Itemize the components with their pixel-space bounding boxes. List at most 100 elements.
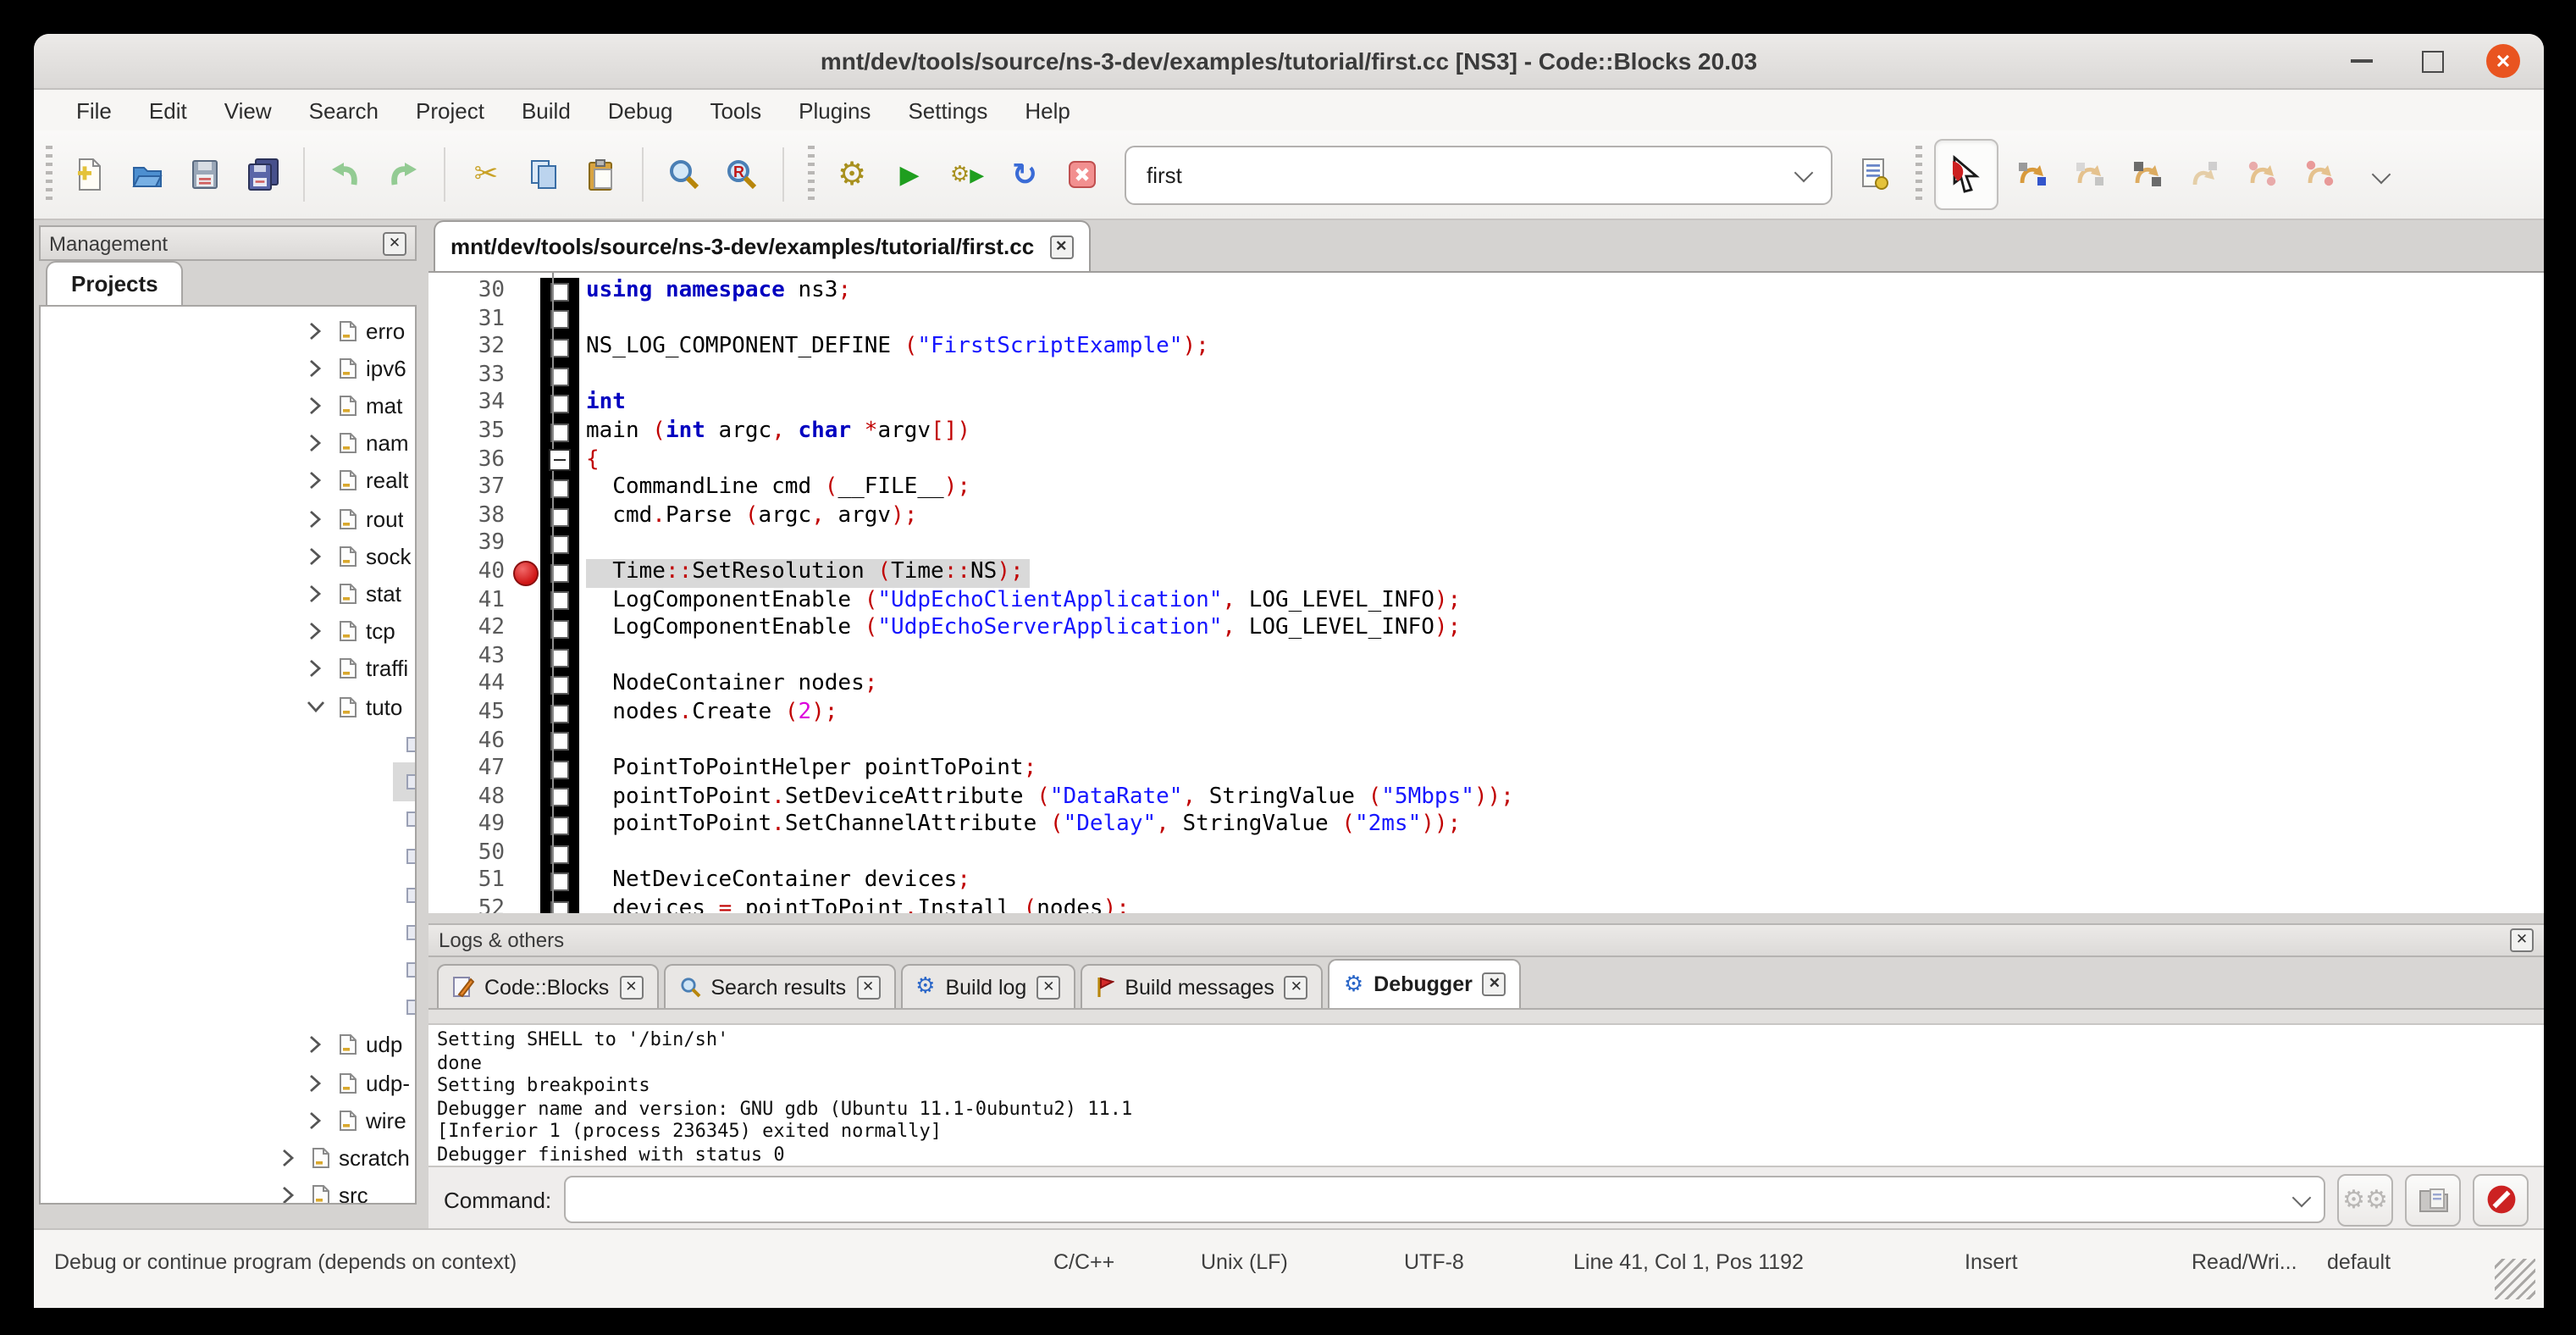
tab-projects[interactable]: Projects [46,261,184,305]
next-line-button[interactable] [2063,149,2114,200]
copy-button[interactable] [518,149,569,200]
menu-build[interactable]: Build [503,97,589,123]
fold-margin[interactable] [540,559,579,587]
build-and-run-button[interactable]: ⚙▶ [942,149,992,200]
menu-settings[interactable]: Settings [889,97,1006,123]
line-number[interactable]: 36 [428,446,511,474]
breakpoint-margin[interactable] [511,615,540,643]
code-line-32[interactable]: 32NS_LOG_COMPONENT_DEFINE ("FirstScriptE… [428,334,2544,362]
breakpoint-margin[interactable] [511,840,540,868]
logs-tab-close-button[interactable]: ✕ [1483,972,1506,996]
tree-expander[interactable] [305,547,325,566]
fold-margin[interactable] [540,474,579,502]
tree-item-six[interactable]: six [41,951,415,989]
step-into-button[interactable] [2120,149,2171,200]
stop-debugger-button[interactable] [2473,1173,2529,1226]
step-into-instruction-button[interactable] [2293,149,2344,200]
code-line-33[interactable]: 33 [428,363,2544,391]
code-line-42[interactable]: 42 LogComponentEnable ("UdpEchoServerApp… [428,615,2544,643]
fold-margin[interactable] [540,643,579,671]
tree-expander[interactable] [305,1111,325,1130]
tree-expander[interactable] [305,359,325,378]
code-line-41[interactable]: 41 LogComponentEnable ("UdpEchoClientApp… [428,587,2544,615]
line-number[interactable]: 49 [428,812,511,840]
tree-item-ipv6[interactable]: ipv6 [41,349,415,386]
tree-item-tuto[interactable]: tuto [41,688,415,725]
open-file-button[interactable] [122,149,173,200]
line-number[interactable]: 44 [428,672,511,700]
redo-button[interactable] [378,149,428,200]
code-line-52[interactable]: 52 devices = pointToPoint.Install (nodes… [428,896,2544,913]
code-line-38[interactable]: 38 cmd.Parse (argc, argv); [428,503,2544,531]
tree-item-src[interactable]: src [41,1177,415,1205]
tree-item-sock[interactable]: sock [41,537,415,574]
tree-item-udp[interactable]: udp [41,1027,415,1064]
line-number[interactable]: 30 [428,278,511,306]
logs-tab-close-button[interactable]: ✕ [856,975,880,999]
tree-item-th[interactable]: th [41,989,415,1026]
fold-margin[interactable] [540,868,579,896]
fold-margin[interactable] [540,756,579,784]
editor-tab-close-button[interactable]: ✕ [1049,235,1073,258]
fold-margin[interactable] [540,784,579,812]
menu-help[interactable]: Help [1006,97,1089,123]
fold-margin[interactable] [540,728,579,756]
line-number[interactable]: 33 [428,363,511,391]
menu-edit[interactable]: Edit [130,97,206,123]
debug-continue-button[interactable] [1934,139,1998,210]
find-button[interactable] [659,149,710,200]
code-line-43[interactable]: 43 [428,643,2544,671]
code-line-44[interactable]: 44 NodeContainer nodes; [428,672,2544,700]
tree-item-fir[interactable]: fir [41,763,415,800]
breakpoint-margin[interactable] [511,474,540,502]
step-out-button[interactable] [2178,149,2229,200]
run-to-cursor-button[interactable] [2005,149,2056,200]
minimize-button[interactable] [2344,44,2378,78]
tree-item-fif[interactable]: fif [41,725,415,762]
logs-tab-build-log[interactable]: ⚙Build log✕ [900,964,1075,1008]
projects-tree[interactable]: erroipv6matnamrealtroutsockstattcptraffi… [39,307,417,1205]
menu-plugins[interactable]: Plugins [780,97,889,123]
line-number[interactable]: 42 [428,615,511,643]
line-number[interactable]: 41 [428,587,511,615]
tree-item-scratch[interactable]: scratch [41,1139,415,1177]
line-number[interactable]: 40 [428,559,511,587]
abort-button[interactable] [1057,149,1108,200]
cut-button[interactable]: ✂ [461,149,511,200]
build-options-button[interactable] [1849,149,1900,200]
breakpoint-margin[interactable] [511,418,540,446]
menu-search[interactable]: Search [290,97,397,123]
code-editor[interactable]: 30using namespace ns3;3132NS_LOG_COMPONE… [428,273,2544,913]
fold-margin[interactable] [540,587,579,615]
logs-tab-code-blocks[interactable]: Code::Blocks✕ [437,964,658,1008]
close-button[interactable]: ✕ [2486,44,2520,78]
title-bar[interactable]: mnt/dev/tools/source/ns-3-dev/examples/t… [34,34,2544,90]
tree-item-traffi[interactable]: traffi [41,651,415,688]
fold-margin[interactable] [540,531,579,559]
undo-button[interactable] [320,149,371,200]
line-number[interactable]: 47 [428,756,511,784]
fold-margin[interactable] [540,446,579,474]
line-number[interactable]: 39 [428,531,511,559]
tree-expander[interactable] [305,509,325,528]
fold-margin[interactable] [540,363,579,391]
tree-expander[interactable] [305,1036,325,1055]
editor-tab-first-cc[interactable]: mnt/dev/tools/source/ns-3-dev/examples/t… [434,220,1090,271]
toolbar-grip[interactable] [46,146,53,203]
tree-expander[interactable] [278,1186,298,1205]
toolbar-grip[interactable] [808,146,815,203]
tree-expander[interactable] [305,321,325,340]
code-line-31[interactable]: 31 [428,306,2544,334]
tree-item-nam[interactable]: nam [41,424,415,462]
tree-item-se[interactable]: se [41,876,415,913]
logs-close-button[interactable]: ✕ [2510,928,2534,952]
tree-item-realt[interactable]: realt [41,463,415,500]
resize-grip[interactable] [2495,1259,2535,1299]
breakpoint-marker[interactable] [511,559,540,587]
breakpoint-margin[interactable] [511,896,540,913]
tree-expander[interactable] [305,472,325,490]
line-number[interactable]: 34 [428,391,511,418]
fold-margin[interactable] [540,840,579,868]
breakpoint-margin[interactable] [511,531,540,559]
code-line-51[interactable]: 51 NetDeviceContainer devices; [428,868,2544,896]
